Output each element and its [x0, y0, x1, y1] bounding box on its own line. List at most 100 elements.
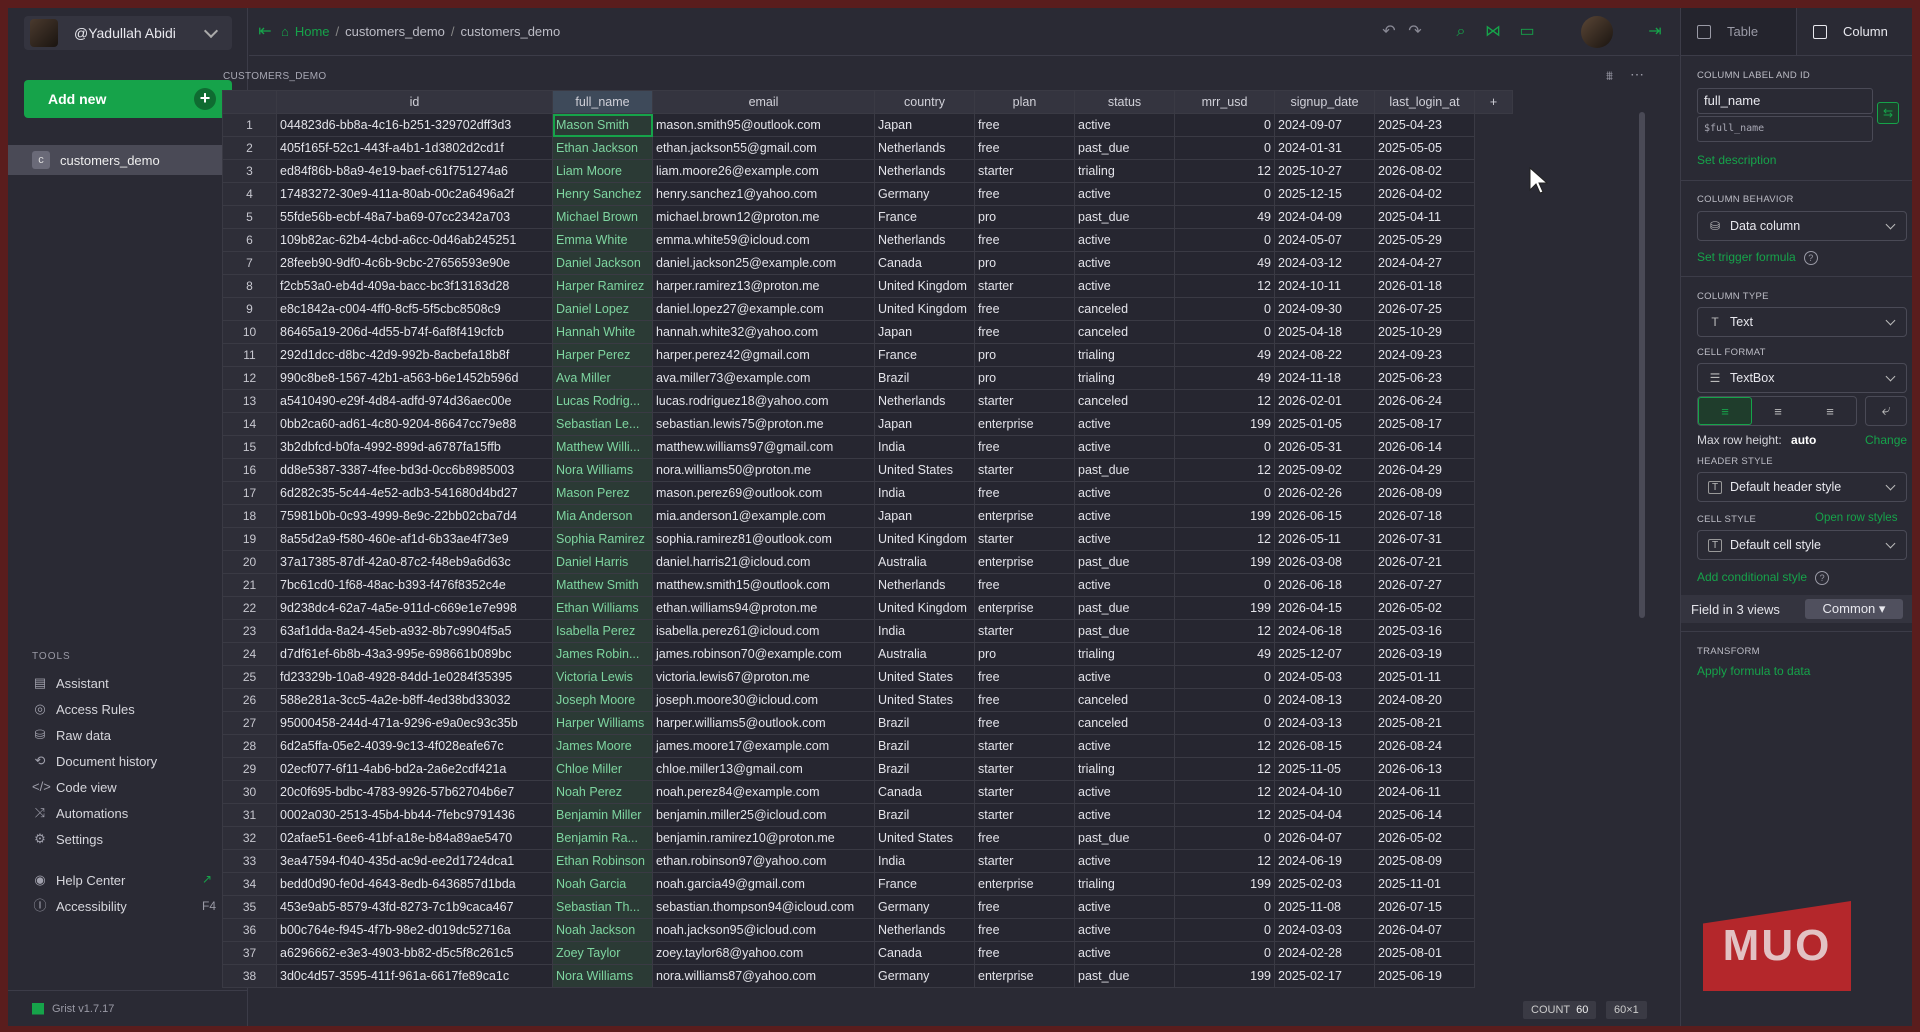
cell-email[interactable]: matthew.smith15@outlook.com — [652, 573, 875, 597]
cell-signup-date[interactable]: 2025-11-08 — [1274, 895, 1375, 919]
cell-full-name[interactable]: Emma White — [552, 228, 653, 252]
cell-signup-date[interactable]: 2024-04-10 — [1274, 780, 1375, 804]
align-right-button[interactable]: ≡ — [1804, 397, 1856, 425]
cell-mrr-usd[interactable]: 0 — [1174, 435, 1275, 459]
cell-signup-date[interactable]: 2026-04-15 — [1274, 596, 1375, 620]
cell-status[interactable]: past_due — [1074, 458, 1175, 482]
cell-id[interactable]: 588e281a-3cc5-4a2e-b8ff-4ed38bd33032 — [276, 688, 553, 712]
cell-signup-date[interactable]: 2024-03-12 — [1274, 251, 1375, 275]
cell-full-name[interactable]: Daniel Jackson — [552, 251, 653, 275]
column-header-plan[interactable]: plan — [974, 90, 1075, 114]
cell-country[interactable]: France — [874, 343, 975, 367]
cell-signup-date[interactable]: 2024-06-19 — [1274, 849, 1375, 873]
cell-status[interactable]: trialing — [1074, 872, 1175, 896]
cell-id[interactable]: 990c8be8-1567-42b1-a563-b6e1452b596d — [276, 366, 553, 390]
cell-country[interactable]: Netherlands — [874, 136, 975, 160]
cell-email[interactable]: ethan.jackson55@gmail.com — [652, 136, 875, 160]
cell-plan[interactable]: free — [974, 297, 1075, 321]
link-id-icon[interactable]: ⇆ — [1877, 102, 1899, 124]
cell-plan[interactable]: pro — [974, 343, 1075, 367]
cell-mrr-usd[interactable]: 12 — [1174, 619, 1275, 643]
column-behavior-select[interactable]: ⛁ Data column — [1697, 211, 1907, 241]
cell-id[interactable]: 37a17385-87df-42a0-87c2-f48eb9a6d63c — [276, 550, 553, 574]
cell-signup-date[interactable]: 2025-02-17 — [1274, 964, 1375, 988]
cell-plan[interactable]: enterprise — [974, 550, 1075, 574]
cell-country[interactable]: Canada — [874, 251, 975, 275]
cell-mrr-usd[interactable]: 0 — [1174, 826, 1275, 850]
cell-last-login-at[interactable]: 2026-07-15 — [1374, 895, 1475, 919]
cell-country[interactable]: France — [874, 205, 975, 229]
cell-plan[interactable]: pro — [974, 366, 1075, 390]
column-header-signup-date[interactable]: signup_date — [1274, 90, 1375, 114]
cell-mrr-usd[interactable]: 0 — [1174, 113, 1275, 137]
cell-format-select[interactable]: ☰ TextBox — [1697, 363, 1907, 393]
cell-mrr-usd[interactable]: 49 — [1174, 343, 1275, 367]
common-settings-button[interactable]: Common ▾ — [1805, 599, 1903, 619]
cell-status[interactable]: past_due — [1074, 550, 1175, 574]
cell-id[interactable]: 63af1dda-8a24-45eb-a932-8b7c9904f5a5 — [276, 619, 553, 643]
cell-id[interactable]: 3ea47594-f040-435d-ac9d-ee2d1724dca1 — [276, 849, 553, 873]
cell-plan[interactable]: free — [974, 228, 1075, 252]
cell-email[interactable]: victoria.lewis67@proton.me — [652, 665, 875, 689]
tab-table[interactable]: Table — [1681, 8, 1796, 55]
column-header-email[interactable]: email — [652, 90, 875, 114]
cell-mrr-usd[interactable]: 199 — [1174, 550, 1275, 574]
cell-id[interactable]: 9d238dc4-62a7-4a5e-911d-c669e1e7e998 — [276, 596, 553, 620]
tool-assistant[interactable]: ▤ Assistant — [32, 675, 109, 691]
cell-signup-date[interactable]: 2024-10-11 — [1274, 274, 1375, 298]
cell-plan[interactable]: starter — [974, 849, 1075, 873]
add-column-button[interactable]: + — [1474, 90, 1513, 114]
cell-email[interactable]: lucas.rodriguez18@yahoo.com — [652, 389, 875, 413]
cell-email[interactable]: ava.miller73@example.com — [652, 366, 875, 390]
cell-country[interactable]: India — [874, 849, 975, 873]
cell-mrr-usd[interactable]: 49 — [1174, 251, 1275, 275]
cell-country[interactable]: Canada — [874, 780, 975, 804]
add-conditional-style-link[interactable]: Add conditional style? — [1697, 570, 1830, 585]
cell-mrr-usd[interactable]: 0 — [1174, 481, 1275, 505]
cell-id[interactable]: 6d2a5ffa-05e2-4039-9c13-4f028eafe67c — [276, 734, 553, 758]
cell-full-name[interactable]: Matthew Smith — [552, 573, 653, 597]
cell-mrr-usd[interactable]: 12 — [1174, 849, 1275, 873]
share-icon[interactable]: ⋈ — [1483, 22, 1503, 42]
cell-last-login-at[interactable]: 2026-05-02 — [1374, 826, 1475, 850]
cell-country[interactable]: United States — [874, 458, 975, 482]
cell-id[interactable]: 55fde56b-ecbf-48a7-ba69-07cc2342a703 — [276, 205, 553, 229]
cell-full-name[interactable]: Ethan Jackson — [552, 136, 653, 160]
cell-email[interactable]: james.robinson70@example.com — [652, 642, 875, 666]
help-icon[interactable]: ? — [1815, 571, 1830, 585]
change-row-height-link[interactable]: Change — [1865, 433, 1907, 447]
set-trigger-formula-link[interactable]: Set trigger formula? — [1697, 250, 1818, 265]
cell-last-login-at[interactable]: 2026-07-21 — [1374, 550, 1475, 574]
cell-signup-date[interactable]: 2026-05-31 — [1274, 435, 1375, 459]
cell-full-name[interactable]: Matthew Willi... — [552, 435, 653, 459]
column-id-input[interactable]: $full_name — [1697, 116, 1873, 142]
cell-full-name[interactable]: Ethan Robinson — [552, 849, 653, 873]
cell-plan[interactable]: starter — [974, 734, 1075, 758]
page-item-customers-demo[interactable]: c customers_demo — [8, 145, 232, 175]
cell-plan[interactable]: free — [974, 182, 1075, 206]
cell-status[interactable]: canceled — [1074, 297, 1175, 321]
cell-full-name[interactable]: Daniel Harris — [552, 550, 653, 574]
cell-country[interactable]: Japan — [874, 113, 975, 137]
cell-last-login-at[interactable]: 2025-08-17 — [1374, 412, 1475, 436]
cell-last-login-at[interactable]: 2026-07-27 — [1374, 573, 1475, 597]
vertical-scrollbar[interactable] — [1639, 112, 1645, 618]
cell-status[interactable]: past_due — [1074, 619, 1175, 643]
cell-mrr-usd[interactable]: 12 — [1174, 780, 1275, 804]
add-new-button[interactable]: Add new + — [24, 80, 232, 118]
cell-full-name[interactable]: Nora Williams — [552, 458, 653, 482]
cell-email[interactable]: noah.jackson95@icloud.com — [652, 918, 875, 942]
cell-signup-date[interactable]: 2026-05-11 — [1274, 527, 1375, 551]
cell-mrr-usd[interactable]: 199 — [1174, 964, 1275, 988]
cell-plan[interactable]: starter — [974, 389, 1075, 413]
cell-signup-date[interactable]: 2025-12-15 — [1274, 182, 1375, 206]
cell-plan[interactable]: free — [974, 826, 1075, 850]
cell-plan[interactable]: free — [974, 320, 1075, 344]
cell-last-login-at[interactable]: 2026-07-18 — [1374, 504, 1475, 528]
wrap-text-button[interactable]: ⤶ — [1865, 396, 1907, 426]
cell-id[interactable]: dd8e5387-3387-4fee-bd3d-0cc6b8985003 — [276, 458, 553, 482]
cell-plan[interactable]: pro — [974, 251, 1075, 275]
column-header-id[interactable]: id — [276, 90, 553, 114]
cell-signup-date[interactable]: 2026-03-08 — [1274, 550, 1375, 574]
align-center-button[interactable]: ≡ — [1752, 397, 1804, 425]
